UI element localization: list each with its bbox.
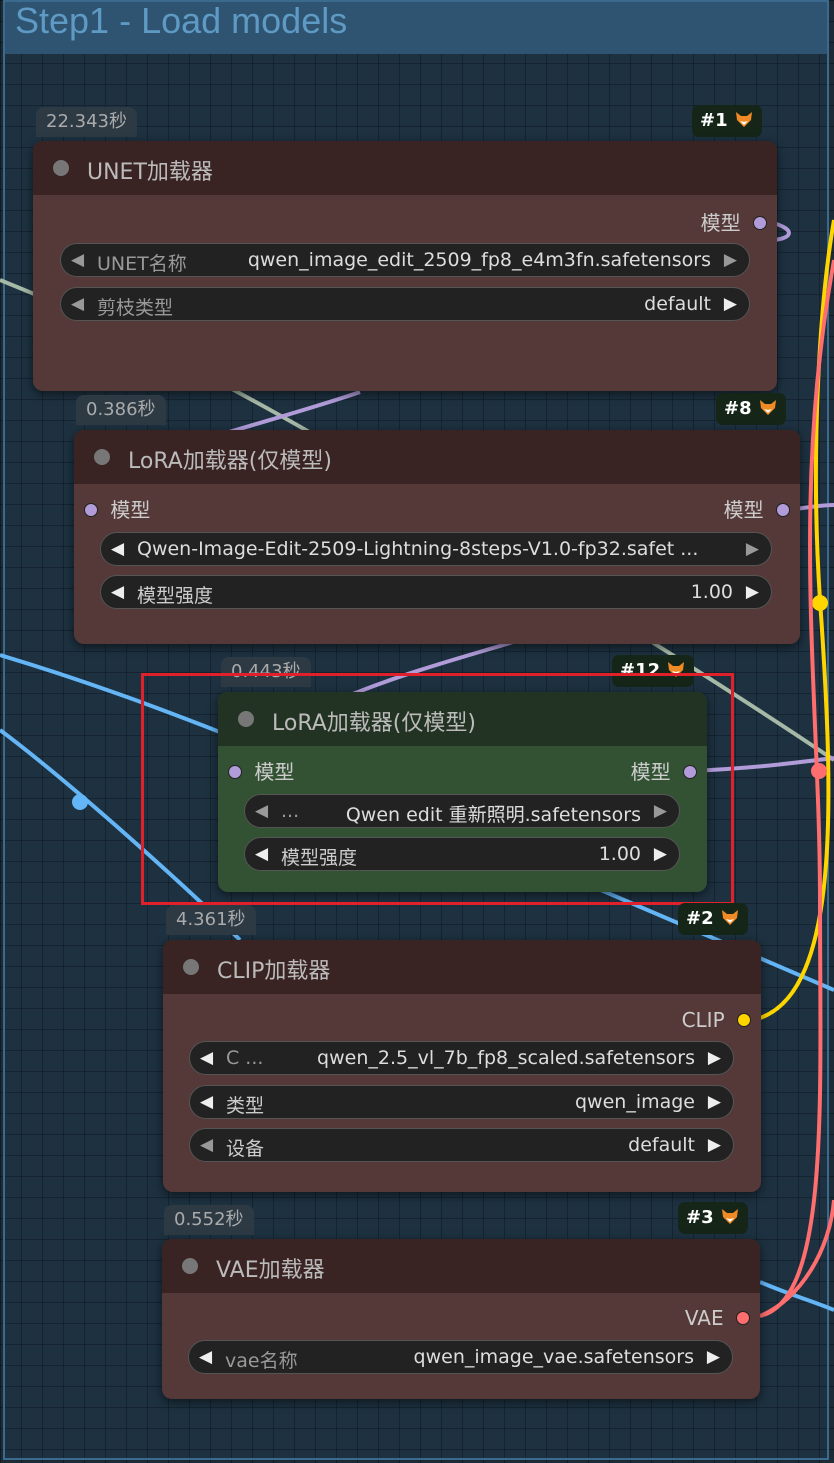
output-slot-model[interactable]: 模型: [701, 211, 767, 235]
widget-unet-name[interactable]: ◀ UNET名称 qwen_image_edit_2509_fp8_e4m3fn…: [60, 243, 750, 277]
timing-label-1: 22.343秒: [36, 107, 137, 137]
input-slot-model[interactable]: 模型: [84, 498, 150, 522]
widget-lora-name[interactable]: ◀ Qwen-Image-Edit-2509-Lightning-8steps-…: [100, 532, 772, 566]
fox-icon: [721, 910, 738, 925]
node-header[interactable]: UNET加载器: [33, 141, 777, 195]
connection-dot-icon[interactable]: [84, 503, 98, 517]
slot-label: 模型: [700, 211, 741, 235]
group-header[interactable]: Step1 - Load models: [5, 0, 827, 54]
widget-label: 模型强度: [137, 585, 214, 607]
arrow-right-icon[interactable]: ▶: [708, 1092, 721, 1112]
widget-label: 剪枝类型: [97, 297, 174, 319]
connection-dot-icon[interactable]: [753, 216, 767, 230]
connection-dot-icon[interactable]: [736, 1311, 750, 1325]
node-id: #8: [724, 398, 752, 419]
output-slot-clip[interactable]: CLIP: [682, 1008, 751, 1032]
node-unet-loader[interactable]: UNET加载器 模型 ◀ UNET名称 qwen_image_edit_2509…: [33, 141, 777, 391]
widget-strength[interactable]: ◀ 模型强度 1.00 ▶: [100, 575, 772, 609]
widget-label: UNET名称: [97, 253, 187, 275]
node-id-badge-8: #8: [716, 393, 786, 425]
node-clip-loader[interactable]: CLIP加载器 CLIP ◀ C ... qwen_2.5_vl_7b_fp8_…: [163, 940, 761, 1192]
widget-value: Qwen-Image-Edit-2509-Lightning-8steps-V1…: [137, 538, 699, 560]
collapse-dot-icon[interactable]: [53, 160, 69, 176]
arrow-left-icon[interactable]: ◀: [111, 539, 124, 559]
node-title: VAE加载器: [216, 1258, 325, 1283]
node-id: #2: [686, 908, 714, 929]
collapse-dot-icon[interactable]: [94, 449, 110, 465]
slot-label: VAE: [684, 1306, 724, 1330]
widget-label: C ...: [226, 1047, 264, 1069]
node-id-badge-2: #2: [678, 903, 748, 935]
node-id: #3: [686, 1207, 714, 1228]
fox-icon: [721, 1209, 738, 1224]
arrow-right-icon[interactable]: ▶: [746, 539, 759, 559]
arrow-left-icon[interactable]: ◀: [200, 1092, 213, 1112]
widget-label: 类型: [226, 1095, 265, 1117]
connection-dot-icon[interactable]: [776, 503, 790, 517]
arrow-left-icon[interactable]: ◀: [200, 1048, 213, 1068]
arrow-left-icon[interactable]: ◀: [200, 1135, 213, 1155]
highlight-box: [141, 673, 734, 905]
collapse-dot-icon[interactable]: [182, 1258, 198, 1274]
widget-clip-type[interactable]: ◀ 类型 qwen_image ▶: [189, 1085, 734, 1119]
widget-weight-dtype[interactable]: ◀ 剪枝类型 default ▶: [60, 287, 750, 321]
widget-device[interactable]: ◀ 设备 default ▶: [189, 1128, 734, 1162]
arrow-right-icon[interactable]: ▶: [707, 1347, 720, 1367]
widget-value: default: [644, 293, 711, 315]
widget-label: vae名称: [225, 1350, 298, 1372]
arrow-right-icon[interactable]: ▶: [724, 250, 737, 270]
widget-value: 1.00: [690, 581, 733, 603]
node-id-badge-3: #3: [678, 1202, 748, 1234]
widget-clip-name[interactable]: ◀ C ... qwen_2.5_vl_7b_fp8_scaled.safete…: [189, 1041, 734, 1075]
widget-value: default: [628, 1134, 695, 1156]
node-title: LoRA加载器(仅模型): [128, 449, 332, 474]
node-lora-loader-8[interactable]: LoRA加载器(仅模型) 模型 模型 ◀ Qwen-Image-Edit-250…: [74, 430, 800, 644]
node-title: CLIP加载器: [217, 959, 331, 984]
node-vae-loader[interactable]: VAE加载器 VAE ◀ vae名称 qwen_image_vae.safete…: [162, 1239, 760, 1399]
node-header[interactable]: VAE加载器: [162, 1239, 760, 1293]
node-title: UNET加载器: [87, 160, 213, 185]
node-header[interactable]: LoRA加载器(仅模型): [74, 430, 800, 484]
output-slot-model[interactable]: 模型: [724, 498, 790, 522]
arrow-left-icon[interactable]: ◀: [71, 294, 84, 314]
slot-label: CLIP: [681, 1008, 725, 1032]
slot-label: 模型: [110, 498, 151, 522]
arrow-right-icon[interactable]: ▶: [708, 1048, 721, 1068]
timing-label-3: 0.552秒: [164, 1205, 254, 1235]
collapse-dot-icon[interactable]: [183, 959, 199, 975]
timing-label-8: 0.386秒: [76, 395, 166, 425]
timing-label-2: 4.361秒: [166, 905, 256, 935]
widget-vae-name[interactable]: ◀ vae名称 qwen_image_vae.safetensors ▶: [188, 1340, 733, 1374]
node-header[interactable]: CLIP加载器: [163, 940, 761, 994]
arrow-right-icon[interactable]: ▶: [724, 294, 737, 314]
node-id-badge-1: #1: [692, 105, 762, 137]
arrow-left-icon[interactable]: ◀: [71, 250, 84, 270]
output-slot-vae[interactable]: VAE: [685, 1306, 750, 1330]
node-id: #1: [700, 110, 728, 131]
arrow-left-icon[interactable]: ◀: [111, 582, 124, 602]
arrow-left-icon[interactable]: ◀: [199, 1347, 212, 1367]
widget-label: 设备: [226, 1138, 265, 1160]
widget-value: qwen_image_edit_2509_fp8_e4m3fn.safetens…: [247, 249, 711, 271]
arrow-right-icon[interactable]: ▶: [746, 582, 759, 602]
arrow-right-icon[interactable]: ▶: [708, 1135, 721, 1155]
widget-value: qwen_image_vae.safetensors: [413, 1346, 694, 1368]
group-title: Step1 - Load models: [15, 0, 348, 41]
connection-dot-icon[interactable]: [737, 1013, 751, 1027]
fox-icon: [759, 400, 776, 415]
widget-value: qwen_image: [574, 1091, 695, 1113]
slot-label: 模型: [723, 498, 764, 522]
fox-icon: [735, 112, 752, 127]
widget-value: qwen_2.5_vl_7b_fp8_scaled.safetensors: [317, 1047, 695, 1069]
